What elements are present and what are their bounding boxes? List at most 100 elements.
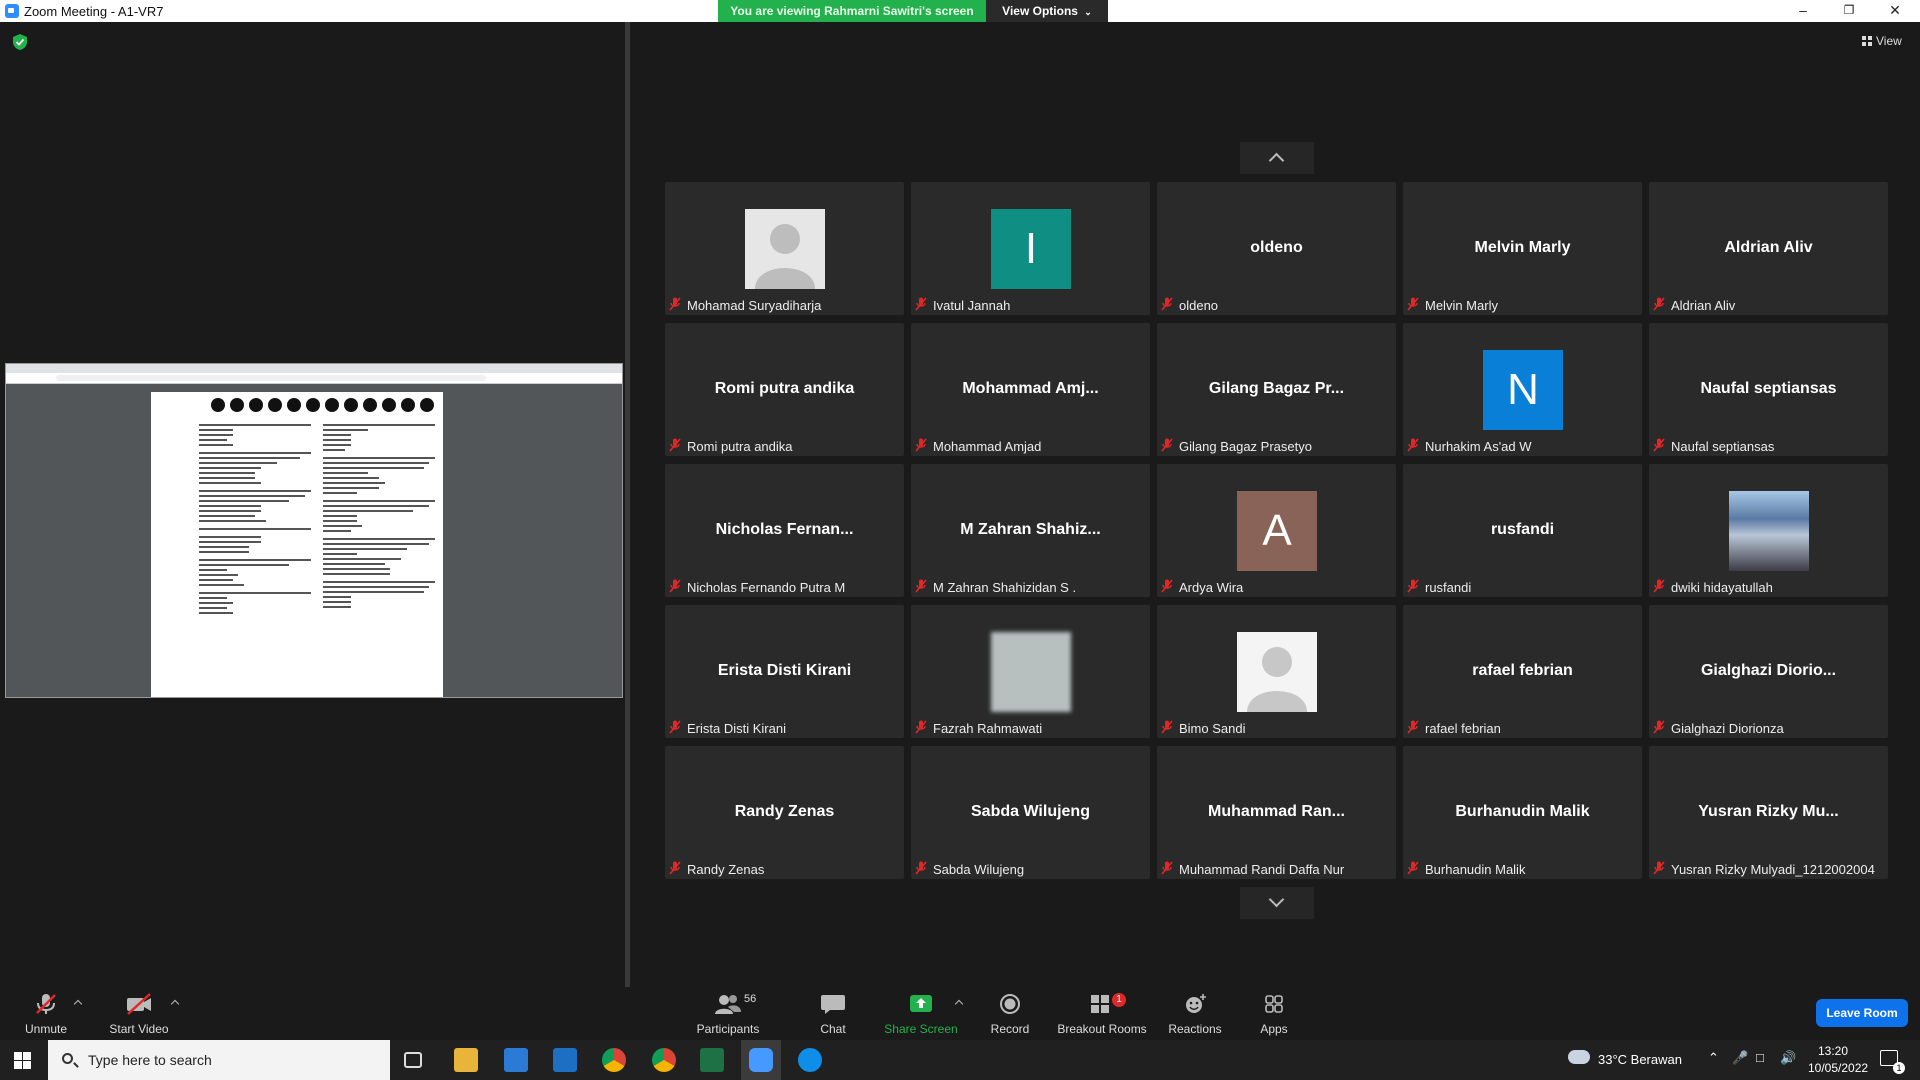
microphone-muted-icon bbox=[36, 994, 56, 1014]
participant-display-name: Nicholas Fernan... bbox=[715, 521, 854, 538]
participant-display-name: Gialghazi Diorio... bbox=[1700, 662, 1837, 679]
mic-muted-icon bbox=[915, 579, 927, 593]
mic-muted-icon bbox=[669, 579, 681, 593]
participant-name-label: M Zahran Shahizidan S . bbox=[933, 580, 1077, 595]
participant-avatar bbox=[745, 209, 825, 289]
mic-muted-icon bbox=[1161, 861, 1173, 875]
participant-display-name: Erista Disti Kirani bbox=[717, 662, 852, 679]
participant-display-name: Melvin Marly bbox=[1474, 239, 1571, 256]
mic-muted-icon bbox=[1653, 720, 1665, 734]
participant-display-name: rusfandi bbox=[1490, 521, 1555, 538]
participant-display-name: Mohammad Amj... bbox=[962, 380, 1099, 397]
participant-name-label: Gilang Bagaz Prasetyo bbox=[1179, 439, 1312, 454]
leave-room-button[interactable]: Leave Room bbox=[1816, 999, 1908, 1027]
participant-tile[interactable]: N Nurhakim As'ad W bbox=[1403, 323, 1642, 456]
previous-page-button[interactable] bbox=[1240, 142, 1314, 174]
participant-tile[interactable]: Burhanudin Malik Burhanudin Malik bbox=[1403, 746, 1642, 879]
file-explorer-icon[interactable] bbox=[454, 1048, 478, 1072]
meeting-toolbar: Unmute Start Video 56 Participants Chat … bbox=[0, 987, 1920, 1039]
participant-tile[interactable]: I Ivatul Jannah bbox=[911, 182, 1150, 315]
taskbar-search-box[interactable]: Type here to search bbox=[48, 1040, 390, 1080]
participant-tile[interactable]: A Ardya Wira bbox=[1157, 464, 1396, 597]
participant-tile[interactable]: Randy Zenas Randy Zenas bbox=[665, 746, 904, 879]
volume-icon[interactable]: 🔊 bbox=[1780, 1050, 1796, 1066]
excel-icon[interactable] bbox=[700, 1048, 724, 1072]
participant-tile[interactable]: Naufal septiansas Naufal septiansas bbox=[1649, 323, 1888, 456]
participant-tile[interactable]: M Zahran Shahiz... M Zahran Shahizidan S … bbox=[911, 464, 1150, 597]
close-button[interactable]: ✕ bbox=[1872, 0, 1918, 22]
participant-tile[interactable]: Nicholas Fernan... Nicholas Fernando Putr… bbox=[665, 464, 904, 597]
participant-name-label: rusfandi bbox=[1425, 580, 1472, 595]
shared-screen-view[interactable] bbox=[5, 363, 623, 698]
chrome-icon[interactable] bbox=[602, 1048, 626, 1072]
unmute-button[interactable]: Unmute bbox=[22, 993, 70, 1036]
participant-name-label: Erista Disti Kirani bbox=[687, 721, 786, 736]
participant-display-name: oldeno bbox=[1250, 239, 1303, 256]
participant-tile[interactable]: Mohammad Amj... Mohammad Amjad bbox=[911, 323, 1150, 456]
next-page-button[interactable] bbox=[1240, 887, 1314, 919]
participant-tile[interactable]: rafael febrian rafael febrian bbox=[1403, 605, 1642, 738]
task-view-icon[interactable] bbox=[404, 1052, 422, 1068]
weather-icon[interactable] bbox=[1568, 1050, 1590, 1064]
teamviewer-icon[interactable] bbox=[798, 1048, 822, 1072]
share-screen-button[interactable]: Share Screen bbox=[881, 993, 961, 1036]
reactions-button[interactable]: Reactions bbox=[1166, 993, 1224, 1036]
participant-name-label: Nicholas Fernando Putra M bbox=[687, 580, 846, 595]
chat-button[interactable]: Chat bbox=[806, 993, 860, 1036]
gallery-view-button[interactable]: View bbox=[1862, 34, 1902, 48]
participant-tile[interactable]: Bimo Sandi bbox=[1157, 605, 1396, 738]
participant-tile[interactable]: Muhammad Ran... Muhammad Randi Daffa Nur bbox=[1157, 746, 1396, 879]
mail-icon[interactable] bbox=[553, 1048, 577, 1072]
chevron-down-icon bbox=[1268, 891, 1285, 908]
participant-display-name: Sabda Wilujeng bbox=[971, 803, 1090, 820]
participant-tile[interactable]: Melvin Marly Melvin Marly bbox=[1403, 182, 1642, 315]
participant-tile[interactable]: Yusran Rizky Mu... Yusran Rizky Mulyadi_1… bbox=[1649, 746, 1888, 879]
participant-tile[interactable]: Mohamad Suryadiharja bbox=[665, 182, 904, 315]
participant-tile[interactable]: Gilang Bagaz Pr... Gilang Bagaz Prasetyo bbox=[1157, 323, 1396, 456]
participant-tile[interactable]: dwiki hidayatullah bbox=[1649, 464, 1888, 597]
restore-button[interactable]: ❐ bbox=[1826, 0, 1872, 22]
participant-name-label: Gialghazi Diorionza bbox=[1671, 721, 1784, 736]
participant-display-name: Burhanudin Malik bbox=[1455, 803, 1590, 820]
encryption-shield-icon[interactable] bbox=[12, 33, 28, 51]
start-video-button[interactable]: Start Video bbox=[104, 993, 174, 1036]
breakout-rooms-button[interactable]: 1 Breakout Rooms bbox=[1056, 993, 1148, 1036]
participant-tile[interactable]: Fazrah Rahmawati bbox=[911, 605, 1150, 738]
clock-time[interactable]: 13:20 bbox=[1818, 1044, 1848, 1058]
apps-button[interactable]: Apps bbox=[1252, 993, 1296, 1036]
network-icon[interactable]: □ bbox=[1756, 1050, 1764, 1065]
audio-options-caret[interactable] bbox=[73, 999, 83, 1009]
participant-name-label: Melvin Marly bbox=[1425, 298, 1498, 313]
participant-name-label: Mohammad Amjad bbox=[933, 439, 1042, 454]
windows-taskbar: Type here to search 33°C Berawan ⌃ 🎤 □ 🔊… bbox=[0, 1040, 1920, 1080]
participant-tile[interactable]: Aldrian Aliv Aldrian Aliv bbox=[1649, 182, 1888, 315]
participant-name-label: Sabda Wilujeng bbox=[933, 862, 1025, 877]
title-bar: Zoom Meeting - A1-VR7 You are viewing Ra… bbox=[0, 0, 1920, 22]
search-icon bbox=[62, 1053, 73, 1064]
weather-text[interactable]: 33°C Berawan bbox=[1598, 1052, 1682, 1067]
participant-display-name: rafael febrian bbox=[1472, 662, 1573, 679]
participant-tile[interactable]: rusfandi rusfandi bbox=[1403, 464, 1642, 597]
mic-muted-icon bbox=[1407, 438, 1419, 452]
participant-tile[interactable]: Erista Disti Kirani Erista Disti Kirani bbox=[665, 605, 904, 738]
minimize-button[interactable]: – bbox=[1780, 0, 1826, 22]
chrome-profile-icon[interactable] bbox=[652, 1048, 676, 1072]
microphone-tray-icon[interactable]: 🎤 bbox=[1732, 1050, 1748, 1066]
mic-muted-icon bbox=[1407, 297, 1419, 311]
participants-button[interactable]: 56 Participants bbox=[688, 993, 768, 1036]
windows-start-icon[interactable] bbox=[14, 1052, 31, 1069]
tray-chevron-icon[interactable]: ⌃ bbox=[1708, 1050, 1719, 1066]
share-screen-label: Share Screen bbox=[884, 1022, 958, 1036]
view-options-button[interactable]: View Options ⌄ bbox=[986, 0, 1108, 22]
split-view-divider[interactable] bbox=[625, 22, 630, 987]
participant-tile[interactable]: oldeno oldeno bbox=[1157, 182, 1396, 315]
microsoft-store-icon[interactable] bbox=[504, 1048, 528, 1072]
participant-tile[interactable]: Romi putra andika Romi putra andika bbox=[665, 323, 904, 456]
participant-tile[interactable]: Sabda Wilujeng Sabda Wilujeng bbox=[911, 746, 1150, 879]
share-screen-icon bbox=[910, 995, 932, 1012]
participant-tile[interactable]: Gialghazi Diorio... Gialghazi Diorionza bbox=[1649, 605, 1888, 738]
participants-count: 56 bbox=[744, 993, 757, 1005]
clock-date[interactable]: 10/05/2022 bbox=[1808, 1061, 1868, 1075]
participant-display-name: Gilang Bagaz Pr... bbox=[1208, 380, 1345, 397]
record-button[interactable]: Record bbox=[984, 993, 1036, 1036]
